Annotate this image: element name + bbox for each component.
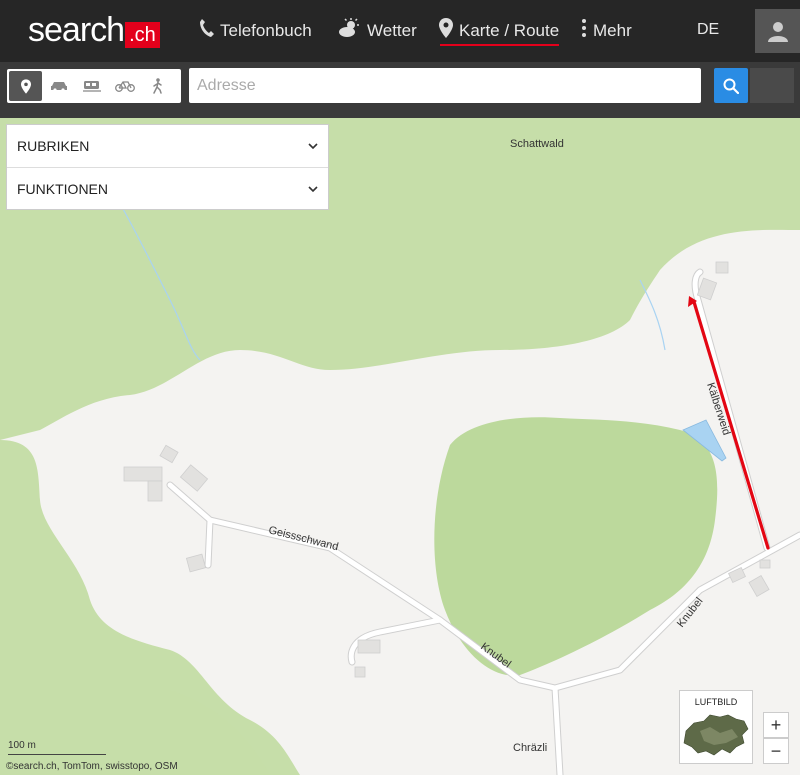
train-icon bbox=[82, 81, 101, 92]
scale-label: 100 m bbox=[8, 740, 36, 751]
mode-walking[interactable] bbox=[141, 71, 174, 101]
search-ch-logo[interactable]: search .ch bbox=[28, 12, 160, 48]
toolbar-spacer bbox=[750, 68, 794, 103]
switzerland-map-icon bbox=[683, 714, 749, 756]
nav-wetter[interactable]: Wetter bbox=[337, 0, 417, 62]
zoom-in-button[interactable]: + bbox=[763, 712, 789, 738]
map-attribution: ©search.ch, TomTom, swisstopo, OSM bbox=[6, 761, 178, 772]
panel-rubriken[interactable]: RUBRIKEN bbox=[7, 125, 328, 167]
aerial-view-toggle[interactable]: LUFTBILD bbox=[679, 690, 753, 764]
phone-icon bbox=[198, 18, 214, 44]
logo-badge: .ch bbox=[125, 22, 160, 48]
nav-mehr[interactable]: Mehr bbox=[581, 0, 632, 62]
bicycle-icon bbox=[114, 81, 135, 92]
map-side-panel: RUBRIKEN FUNKTIONEN bbox=[6, 124, 329, 210]
nav-karte-route[interactable]: Karte / Route bbox=[439, 0, 560, 62]
location-pin-icon bbox=[20, 78, 31, 94]
address-search-input[interactable] bbox=[189, 68, 701, 103]
map-pin-icon bbox=[439, 18, 453, 44]
weather-icon bbox=[337, 18, 361, 44]
mode-car[interactable] bbox=[42, 71, 75, 101]
top-header: search .ch Telefonbuch Wetter Karte / Ro… bbox=[0, 0, 800, 62]
mode-bicycle[interactable] bbox=[108, 71, 141, 101]
panel-rubriken-label: RUBRIKEN bbox=[17, 138, 90, 154]
zoom-out-button[interactable]: − bbox=[763, 738, 789, 764]
transport-mode-bar bbox=[7, 69, 181, 103]
active-tab-underline bbox=[440, 44, 560, 46]
nav-telefonbuch-label: Telefonbuch bbox=[220, 21, 312, 40]
car-icon bbox=[50, 82, 67, 92]
panel-funktionen-label: FUNKTIONEN bbox=[17, 181, 108, 197]
place-label-chraezli: Chräzli bbox=[513, 742, 548, 754]
walking-icon bbox=[152, 78, 162, 94]
user-account-button[interactable] bbox=[755, 9, 800, 53]
chevron-down-icon bbox=[308, 182, 318, 196]
map-graphics: Geissschwand Knubel Knubel Kälberweid bbox=[0, 118, 800, 775]
nav-wetter-label: Wetter bbox=[367, 21, 417, 40]
language-switch[interactable]: DE bbox=[697, 21, 719, 39]
user-icon bbox=[767, 22, 788, 42]
place-label-schattwald: Schattwald bbox=[510, 138, 564, 150]
search-button[interactable] bbox=[714, 68, 748, 103]
nav-telefonbuch[interactable]: Telefonbuch bbox=[198, 0, 312, 62]
mode-location[interactable] bbox=[9, 71, 42, 101]
chevron-down-icon bbox=[308, 139, 318, 153]
aerial-view-label: LUFTBILD bbox=[694, 697, 738, 707]
panel-funktionen[interactable]: FUNKTIONEN bbox=[7, 167, 328, 210]
nav-mehr-label: Mehr bbox=[593, 21, 632, 40]
logo-text: search bbox=[28, 11, 125, 49]
map-canvas[interactable]: Geissschwand Knubel Knubel Kälberweid bbox=[0, 118, 800, 775]
search-toolbar bbox=[0, 62, 800, 118]
magnifier-icon bbox=[723, 78, 739, 94]
scale-bar bbox=[8, 752, 106, 755]
more-dots-icon bbox=[581, 18, 587, 44]
nav-karte-route-label: Karte / Route bbox=[459, 21, 560, 40]
mode-public-transport[interactable] bbox=[75, 71, 108, 101]
